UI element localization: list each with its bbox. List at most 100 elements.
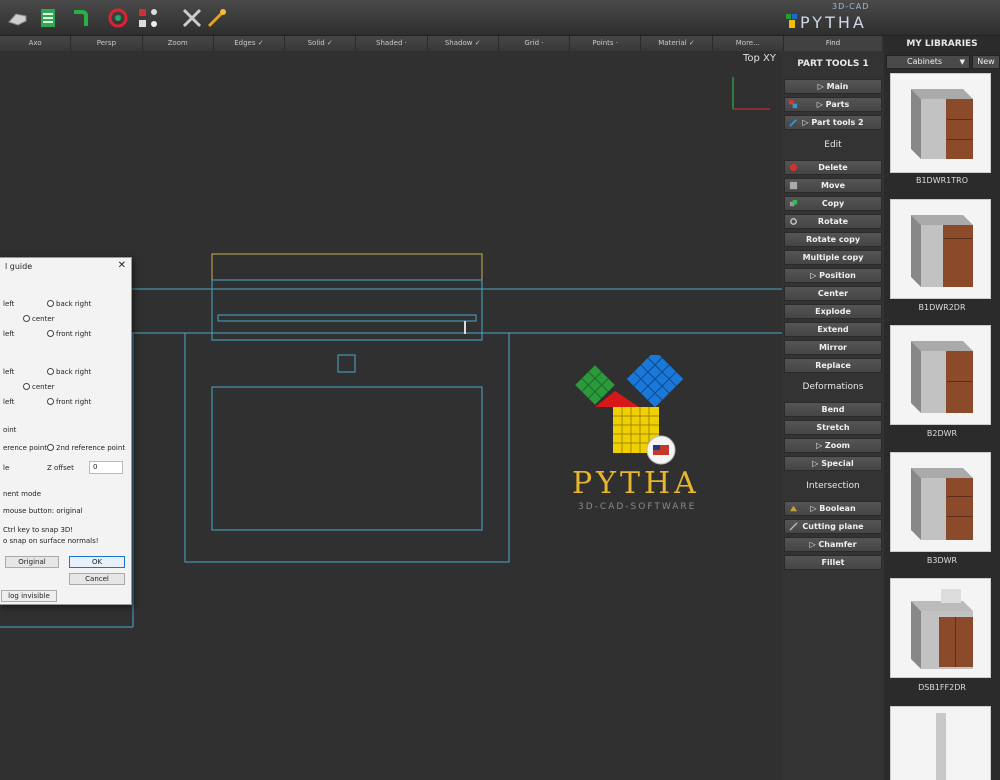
view-more-button[interactable]: More... [712, 36, 784, 51]
sofa-icon[interactable] [6, 6, 30, 30]
view-shaded-button[interactable]: Shaded · [356, 36, 428, 51]
wand-icon[interactable] [205, 6, 229, 30]
pytha-app: 3D-CAD PYTHA Axo Persp Zoom Edges ✓ Soli… [0, 0, 1000, 780]
r1-back-right-radio[interactable]: back right [47, 300, 91, 308]
replace-button[interactable]: Replace [784, 358, 882, 373]
delete-icon [789, 163, 798, 172]
library-select[interactable]: Cabinets ▼ [886, 55, 970, 69]
view-orientation-label: Top XY [742, 53, 776, 64]
boolean-button[interactable]: ▷ Boolean [784, 501, 882, 516]
libraries-title: MY LIBRARIES [906, 39, 978, 49]
rotate-icon [790, 218, 797, 225]
copy-button[interactable]: Copy [784, 196, 882, 211]
position-button[interactable]: ▷ Position [784, 268, 882, 283]
cutting-plane-button[interactable]: Cutting plane [784, 519, 882, 534]
hook-icon[interactable] [68, 6, 92, 30]
ref2-radio[interactable]: 2nd reference point [47, 444, 125, 452]
part-tools-2-nav-button[interactable]: ▷ Part tools 2 [784, 115, 882, 130]
spreadsheet-icon[interactable] [36, 6, 60, 30]
marker-square [337, 354, 356, 373]
view-grid-button[interactable]: Grid · [498, 36, 571, 51]
library-item-label: B1DWR1TRO [915, 176, 969, 185]
chamfer-button[interactable]: ▷ Chamfer [784, 537, 882, 552]
parts-icon [789, 100, 798, 109]
view-persp-button[interactable]: Persp [71, 36, 143, 51]
chevron-down-icon: ▼ [959, 58, 965, 66]
bend-button[interactable]: Bend [784, 402, 882, 417]
library-item-label: B2DWR [926, 429, 958, 438]
main-nav-button[interactable]: ▷ Main [784, 79, 882, 94]
placement-guide-dialog: l guide ✕ left back right center left fr… [0, 257, 132, 605]
zoom-button[interactable]: ▷ Zoom [784, 438, 882, 453]
button-label: ▷ Boolean [810, 504, 856, 513]
boolean-icon [789, 505, 798, 512]
z-offset-input[interactable]: 0 [89, 461, 123, 474]
ok-button[interactable]: OK [69, 556, 125, 568]
view-axo-button[interactable]: Axo [0, 36, 72, 51]
view-solid-button[interactable]: Solid ✓ [285, 36, 357, 51]
cabinet-icon [911, 215, 973, 287]
radio-label: 2nd reference point [56, 444, 126, 452]
cad-viewport[interactable]: Top XY PYTHA 3D-CAD-SOFTWARE l guide ✕ l… [0, 51, 784, 780]
parts-nav-button[interactable]: ▷ Parts [784, 97, 882, 112]
radio-label: front right [56, 398, 92, 406]
mirror-button[interactable]: Mirror [784, 340, 882, 355]
move-icon [789, 181, 798, 190]
cancel-button[interactable]: Cancel [69, 573, 125, 585]
button-label: Rotate [817, 217, 849, 226]
radio-label: back right [56, 368, 92, 376]
r1-center-radio[interactable]: center [23, 315, 55, 323]
original-button[interactable]: Original [5, 556, 59, 568]
tools-icon[interactable] [180, 6, 204, 30]
find-button[interactable]: Find [784, 36, 882, 51]
library-select-value: Cabinets [907, 57, 943, 66]
view-zoom-button[interactable]: Zoom [142, 36, 214, 51]
main-toolbar: 3D-CAD PYTHA [0, 0, 1000, 36]
button-label: ▷ Part tools 2 [802, 118, 864, 127]
dialog-title: l guide [5, 262, 33, 271]
r1-front-right-radio[interactable]: front right [47, 330, 91, 338]
stretch-button[interactable]: Stretch [784, 420, 882, 435]
center-button[interactable]: Center [784, 286, 882, 301]
multiple-copy-button[interactable]: Multiple copy [784, 250, 882, 265]
brand-logo: 3D-CAD PYTHA [784, 2, 884, 34]
move-button[interactable]: Move [784, 178, 882, 193]
library-item-thumbnail[interactable] [890, 578, 991, 678]
extend-button[interactable]: Extend [784, 322, 882, 337]
rotate-copy-button[interactable]: Rotate copy [784, 232, 882, 247]
fillet-button[interactable]: Fillet [784, 555, 882, 570]
library-item-thumbnail[interactable] [890, 706, 991, 780]
cabinet-outline [184, 332, 510, 563]
view-shadow-button[interactable]: Shadow ✓ [427, 36, 499, 51]
drawer-rail [217, 314, 477, 322]
deformations-section-title: Deformations [802, 382, 864, 392]
library-item-thumbnail[interactable] [890, 452, 991, 552]
library-item-thumbnail[interactable] [890, 325, 991, 425]
r2-left2-label: left [3, 398, 15, 406]
worktop-outline [211, 253, 483, 281]
view-points-button[interactable]: Points · [570, 36, 642, 51]
r2-front-right-radio[interactable]: front right [47, 398, 91, 406]
library-item-thumbnail[interactable] [890, 199, 991, 299]
view-edges-button[interactable]: Edges ✓ [213, 36, 286, 51]
library-item-thumbnail[interactable] [890, 73, 991, 173]
dialog-close-icon[interactable]: ✕ [118, 260, 126, 271]
library-new-button[interactable]: New [972, 55, 1000, 69]
special-button[interactable]: ▷ Special [784, 456, 882, 471]
button-label: Delete [818, 163, 848, 172]
color-wheel-icon[interactable] [106, 6, 130, 30]
delete-button[interactable]: Delete [784, 160, 882, 175]
explode-button[interactable]: Explode [784, 304, 882, 319]
ref1-label: erence point [3, 444, 48, 452]
brand-name: PYTHA [800, 13, 867, 32]
r2-back-right-radio[interactable]: back right [47, 368, 91, 376]
r2-center-radio[interactable]: center [23, 383, 55, 391]
radio-icon [47, 398, 54, 405]
pytha-logo-tagline: 3D-CAD-SOFTWARE [578, 502, 697, 512]
shapes-icon[interactable] [136, 6, 160, 30]
cabinet-door-outline [211, 386, 483, 531]
rotate-button[interactable]: Rotate [784, 214, 882, 229]
view-material-button[interactable]: Material ✓ [641, 36, 713, 51]
dialog-invisible-toggle[interactable]: log invisible [1, 590, 57, 602]
ctrl-hint-2: o snap on surface normals! [3, 537, 99, 545]
